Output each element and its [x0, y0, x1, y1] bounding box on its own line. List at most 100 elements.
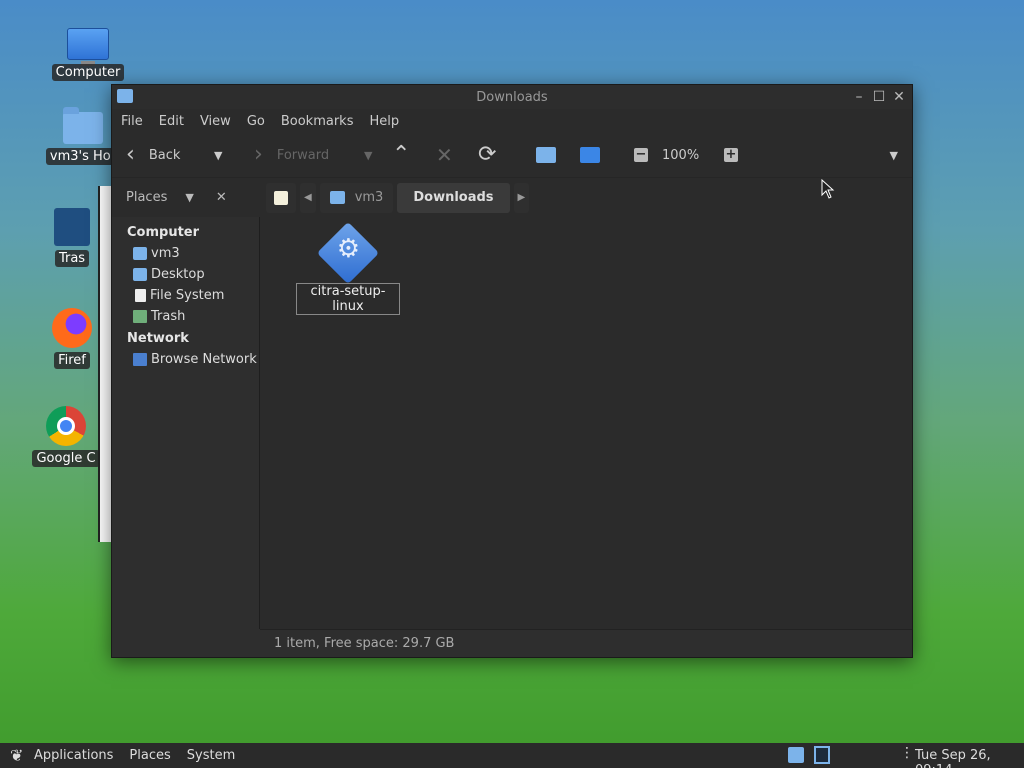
desktop-folder-icon — [133, 268, 147, 281]
sidebar-item-label: Desktop — [151, 267, 205, 282]
mouse-cursor-icon — [821, 179, 835, 199]
back-button[interactable]: ‹ Back — [126, 144, 214, 166]
panel-menu-icon[interactable]: ⋮ — [900, 745, 914, 761]
caret-down-icon: ▼ — [889, 148, 898, 162]
home-folder-icon — [329, 191, 345, 204]
home-folder-icon — [63, 107, 103, 144]
sidebar-item-label: Trash — [151, 309, 186, 324]
plus-icon: + — [724, 147, 738, 162]
desktop-icon-label: Firef — [54, 352, 90, 369]
edit-icon — [274, 190, 288, 205]
zoom-level: 100% — [662, 147, 700, 163]
sidebar-heading-network: Network — [127, 331, 189, 346]
taskbar-file-manager-button[interactable] — [788, 747, 804, 763]
zoom-in-button[interactable]: + — [724, 148, 752, 162]
menu-go[interactable]: Go — [247, 114, 265, 129]
window-body: Computer vm3 Desktop File System Trash N… — [112, 217, 912, 629]
maximize-button[interactable]: ☐ — [872, 88, 886, 106]
desktop-icon-label: vm3's Hor — [45, 148, 121, 165]
desktop-icon-label: Computer — [51, 64, 125, 81]
title-bar[interactable]: Downloads – ☐ ✕ — [112, 85, 912, 109]
places-menu[interactable]: Places — [129, 748, 170, 763]
caret-down-icon: ▼ — [214, 148, 223, 162]
breadcrumb-scroll-right[interactable]: ▶ — [513, 182, 530, 213]
trash-icon — [54, 208, 90, 246]
system-menu[interactable]: System — [187, 748, 235, 763]
home-button[interactable] — [536, 147, 580, 163]
computer-icon — [580, 147, 600, 163]
sidebar-item-desktop[interactable]: Desktop — [112, 264, 259, 285]
zoom-out-button[interactable]: − — [634, 148, 662, 162]
sidebar-item-file-system[interactable]: File System — [112, 285, 259, 306]
sidebar-item-label: File System — [150, 288, 225, 303]
menu-bookmarks[interactable]: Bookmarks — [281, 114, 354, 129]
sidebar-heading-computer: Computer — [127, 225, 200, 240]
close-sidebar-button[interactable]: ✕ — [216, 190, 227, 205]
places-dropdown[interactable]: ▼ — [185, 191, 193, 204]
applications-menu[interactable]: Applications — [34, 748, 113, 763]
desktop-icon-computer[interactable]: Computer — [43, 22, 133, 81]
breadcrumb-scroll-left[interactable]: ◀ — [300, 182, 316, 213]
forward-button[interactable]: › Forward — [254, 144, 364, 166]
show-desktop-button[interactable] — [814, 746, 830, 764]
breadcrumb-downloads[interactable]: Downloads — [397, 182, 510, 213]
home-folder-icon — [536, 147, 556, 163]
breadcrumb-label: Downloads — [413, 190, 494, 205]
file-manager-window: Downloads – ☐ ✕ File Edit View Go Bookma… — [111, 84, 913, 658]
gnome-foot-icon: ❦ — [10, 745, 24, 765]
desktop-icon-label: Google C — [32, 450, 100, 467]
menu-bar: File Edit View Go Bookmarks Help — [112, 109, 912, 133]
forward-history-dropdown[interactable]: ▼ — [364, 149, 392, 162]
sidebar-item-label: vm3 — [151, 246, 180, 261]
home-folder-icon — [133, 247, 147, 260]
places-sidebar: Computer vm3 Desktop File System Trash N… — [112, 217, 260, 629]
up-button[interactable]: ⌃ — [392, 144, 436, 166]
toolbar: ‹ Back ▼ › Forward ▼ ⌃ ✕ ⟳ − 100% + ▼ — [112, 133, 912, 177]
menu-edit[interactable]: Edit — [159, 114, 184, 129]
firefox-icon — [52, 308, 92, 348]
menu-help[interactable]: Help — [369, 114, 399, 129]
close-button[interactable]: ✕ — [892, 88, 906, 106]
chevron-right-icon: › — [254, 142, 263, 167]
places-header: Places ▼ ✕ — [112, 190, 260, 205]
file-name: citra-setup-linux — [296, 283, 400, 315]
trash-icon — [133, 310, 147, 323]
breadcrumb-label: vm3 — [354, 190, 384, 205]
back-label: Back — [148, 147, 181, 163]
sidebar-item-browse-network[interactable]: Browse Network — [112, 349, 259, 370]
toolbar-overflow-button[interactable]: ▼ — [890, 149, 898, 162]
edit-location-button[interactable] — [266, 182, 296, 213]
computer-icon — [67, 28, 109, 60]
network-icon — [133, 353, 147, 366]
file-item[interactable]: citra-setup-linux — [296, 221, 400, 315]
menu-view[interactable]: View — [200, 114, 231, 129]
clock[interactable]: Tue Sep 26, 09:14 — [915, 748, 1024, 768]
location-bar: Places ▼ ✕ ◀ vm3 Downloads ▶ — [112, 177, 912, 217]
sidebar-item-trash[interactable]: Trash — [112, 306, 259, 327]
status-bar: 1 item, Free space: 29.7 GB — [260, 629, 912, 657]
breadcrumb: ◀ vm3 Downloads ▶ — [260, 182, 912, 213]
file-view[interactable]: citra-setup-linux — [260, 217, 912, 629]
chrome-icon — [46, 406, 86, 446]
reload-button[interactable]: ⟳ — [478, 144, 536, 166]
window-title: Downloads — [476, 89, 548, 105]
caret-down-icon: ▼ — [364, 148, 373, 162]
minimize-button[interactable]: – — [852, 88, 866, 106]
back-history-dropdown[interactable]: ▼ — [214, 149, 254, 162]
stop-button[interactable]: ✕ — [436, 144, 478, 166]
desktop-icon-label: Tras — [54, 250, 90, 267]
computer-button[interactable] — [580, 147, 634, 163]
desktop-icon-chrome[interactable]: Google C — [30, 404, 102, 467]
desktop-icon-firefox[interactable]: Firef — [42, 306, 102, 369]
desktop-icon-trash[interactable]: Tras — [42, 204, 102, 267]
chevron-up-icon: ⌃ — [392, 142, 411, 167]
minus-icon: − — [634, 147, 648, 162]
sidebar-item-vm3[interactable]: vm3 — [112, 243, 259, 264]
reload-icon: ⟳ — [478, 142, 497, 167]
places-label[interactable]: Places — [126, 190, 167, 205]
close-icon: ✕ — [436, 143, 453, 167]
breadcrumb-vm3[interactable]: vm3 — [319, 182, 394, 213]
window-controls: – ☐ ✕ — [852, 88, 906, 106]
chevron-left-icon: ‹ — [126, 142, 135, 167]
menu-file[interactable]: File — [121, 114, 143, 129]
